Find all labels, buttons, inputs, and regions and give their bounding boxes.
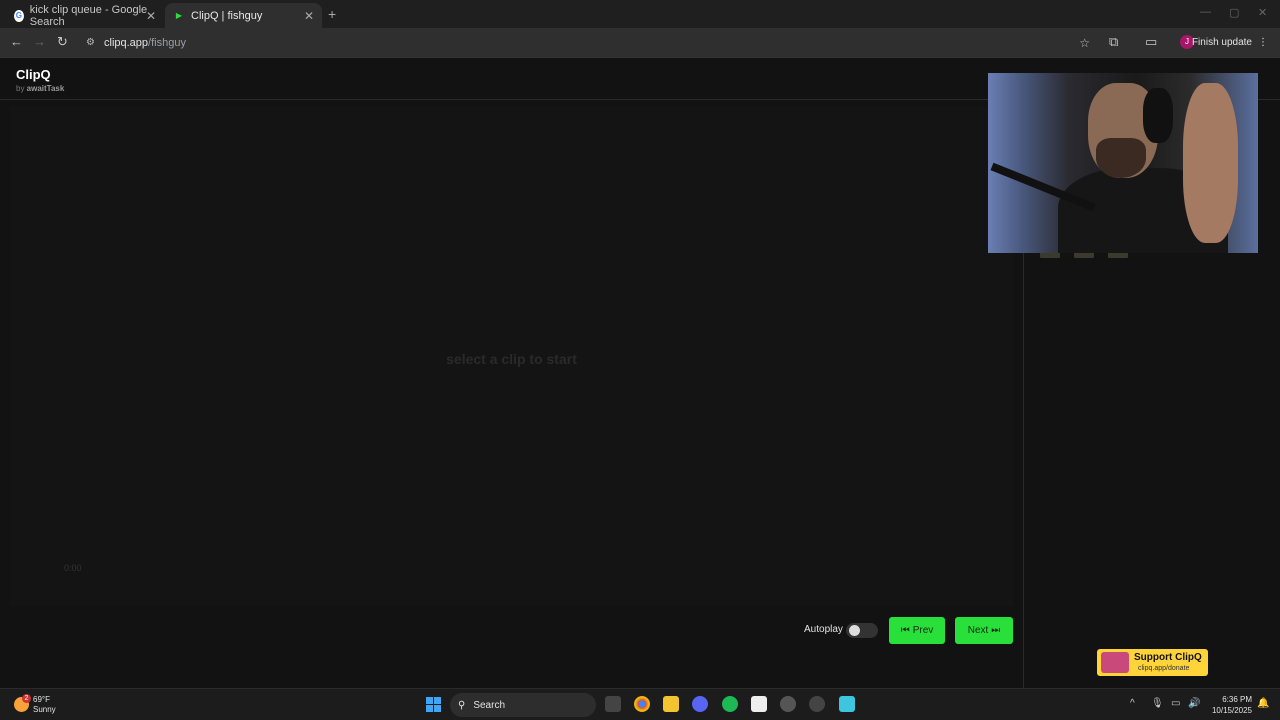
window-close-button[interactable]: ✕ (1258, 6, 1267, 19)
clipq-page: ClipQ by awaitTask select a clip to star… (0, 57, 1280, 689)
app-logo[interactable]: ClipQ (16, 67, 51, 82)
play-icon: ▶ (175, 11, 183, 20)
volume-icon[interactable]: 🔊 (1188, 698, 1200, 709)
bookmark-star-icon[interactable]: ☆ (1079, 36, 1090, 50)
next-label: Next (967, 625, 989, 636)
weather-condition: Sunny (33, 705, 56, 714)
close-icon[interactable]: ✕ (304, 9, 314, 23)
cast-icon[interactable]: ▭ (1145, 34, 1157, 50)
spotify-icon[interactable] (722, 696, 738, 712)
weather-badge: 2 (22, 694, 31, 703)
windows-start-icon[interactable] (426, 697, 441, 712)
forward-icon[interactable]: → (33, 34, 46, 49)
url-host: clipq.app (104, 36, 149, 49)
tab-title: kick clip queue - Google Search (29, 3, 148, 28)
headset-icon (1143, 88, 1173, 143)
prev-button[interactable]: ⏮ Prev (889, 617, 945, 644)
notepad-icon[interactable] (839, 696, 855, 712)
windows-taskbar: 2 69°F Sunny ⚲ Search ^ 🎙 ▭ 🔊 6:36 PM 10/… (0, 688, 1280, 720)
chevron-up-icon[interactable]: ^ (1130, 698, 1135, 709)
tab-clipq[interactable]: ▶ ClipQ | fishguy ✕ (165, 3, 322, 28)
app-byline: by awaitTask (16, 84, 64, 93)
webcam-overlay (988, 73, 1258, 253)
url-path: /fishguy (148, 36, 186, 49)
site-info-icon[interactable]: ⚙ (86, 37, 95, 48)
minimize-button[interactable]: — (1200, 6, 1211, 18)
browser-tab-strip: G kick clip queue - Google Search ✕ ▶ Cl… (0, 0, 1280, 28)
byline-prefix: by (16, 84, 27, 93)
player-time: 0:00 (64, 563, 82, 573)
person-arm (1183, 83, 1238, 243)
task-view-icon[interactable] (605, 696, 621, 712)
tab-google-search[interactable]: G kick clip queue - Google Search ✕ (6, 3, 164, 28)
extensions-icon[interactable]: ⧉ (1109, 34, 1118, 50)
support-clipq-button[interactable]: Support ClipQ clipq.app/donate (1097, 649, 1208, 676)
taskbar-search-label: Search (473, 699, 506, 711)
support-title: Support ClipQ (1134, 652, 1202, 663)
discord-icon[interactable] (692, 696, 708, 712)
taskbar-search[interactable]: ⚲ Search (450, 693, 596, 717)
autoplay-label: Autoplay (804, 624, 843, 635)
video-player[interactable]: select a clip to start 0:00 (10, 106, 1013, 606)
microphone-icon[interactable]: 🎙 (1151, 698, 1164, 709)
player-placeholder: select a clip to start (446, 351, 577, 367)
maximize-button[interactable]: ▢ (1229, 6, 1239, 19)
queue-divider (1023, 248, 1024, 689)
network-icon[interactable]: ▭ (1171, 698, 1180, 709)
reload-icon[interactable]: ↻ (57, 34, 68, 50)
clock-date: 10/15/2025 (1211, 706, 1252, 715)
notification-bell-icon[interactable]: 🔔 (1257, 698, 1269, 709)
close-icon[interactable]: ✕ (146, 9, 156, 23)
prev-label: Prev (912, 625, 934, 636)
person-beard (1096, 138, 1146, 178)
search-icon: ⚲ (458, 699, 466, 711)
finish-update-label: Finish update (1191, 37, 1252, 48)
support-icon (1101, 652, 1129, 673)
next-button[interactable]: Next ⏭ (955, 617, 1013, 644)
clock-time: 6:36 PM (1222, 695, 1252, 704)
sun-icon: 2 (14, 694, 31, 712)
file-explorer-icon[interactable] (663, 696, 679, 712)
google-icon: G (14, 9, 24, 22)
obs-icon[interactable] (751, 696, 767, 712)
system-clock[interactable]: 6:36 PM 10/15/2025 (1208, 694, 1252, 716)
tab-title: ClipQ | fishguy (191, 9, 263, 22)
settings-icon[interactable] (809, 696, 825, 712)
weather-temperature: 69°F (33, 695, 50, 704)
toggle-knob (849, 625, 860, 636)
app-icon[interactable] (780, 696, 796, 712)
autoplay-toggle[interactable] (846, 623, 878, 638)
new-tab-button[interactable]: + (328, 6, 336, 22)
skip-back-icon: ⏮ (900, 625, 910, 636)
address-bar[interactable]: ⚙ clipq.app/fishguy ☆ (80, 31, 1100, 54)
back-icon[interactable]: ← (10, 34, 23, 49)
menu-dots-icon: ⋮ (1258, 37, 1268, 48)
skip-forward-icon: ⏭ (991, 625, 1001, 636)
browser-toolbar: ← → ↻ ⚙ clipq.app/fishguy ☆ ⧉ ▭ J Finish… (0, 28, 1280, 57)
byline-author: awaitTask (26, 84, 65, 93)
finish-update-button[interactable]: Finish update ⋮ (1192, 33, 1268, 52)
support-url: clipq.app/donate (1138, 665, 1190, 672)
chrome-icon[interactable] (634, 696, 650, 712)
